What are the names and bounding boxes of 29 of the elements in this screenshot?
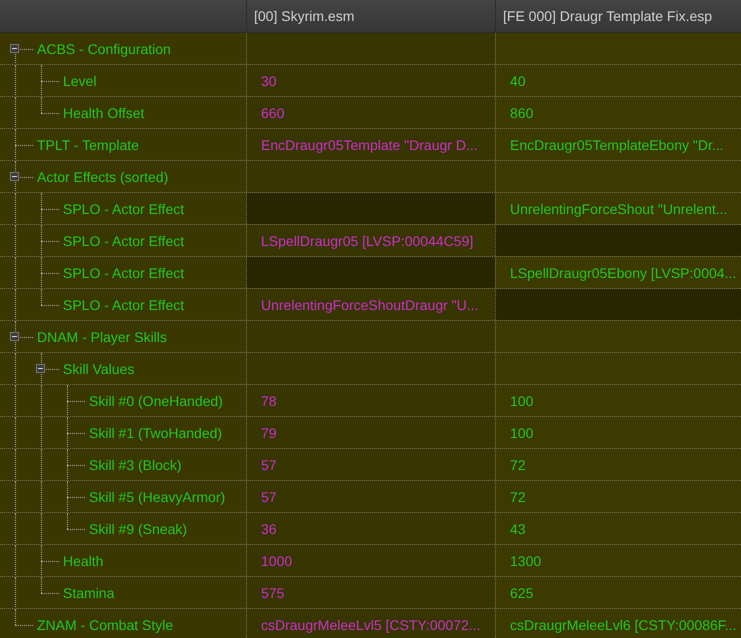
tree-node-label[interactable]: ZNAM - Combat Style bbox=[37, 616, 174, 632]
column-header[interactable]: [FE 000] Draugr Template Fix.esp bbox=[495, 0, 741, 32]
tree-node-label[interactable]: SPLO - Actor Effect bbox=[63, 264, 184, 280]
tree-node-label[interactable]: Stamina bbox=[63, 584, 114, 600]
tree-node-label[interactable]: SPLO - Actor Effect bbox=[63, 232, 184, 248]
collapse-toggle[interactable] bbox=[10, 44, 19, 53]
tree-node-label[interactable]: Skill #1 (TwoHanded) bbox=[89, 424, 222, 440]
collapse-toggle[interactable] bbox=[10, 172, 19, 181]
tree-node-label[interactable]: Skill #0 (OneHanded) bbox=[89, 392, 223, 408]
tree-node-label[interactable]: TPLT - Template bbox=[37, 136, 139, 152]
collapse-toggle[interactable] bbox=[36, 364, 45, 373]
tree-node-label[interactable]: Skill #5 (HeavyArmor) bbox=[89, 488, 226, 504]
tree-node-label[interactable]: SPLO - Actor Effect bbox=[63, 296, 184, 312]
minus-icon bbox=[37, 365, 44, 372]
tree-node-label[interactable]: ACBS - Configuration bbox=[37, 40, 171, 56]
tree-node-label[interactable]: Skill #3 (Block) bbox=[89, 456, 182, 472]
minus-icon bbox=[11, 45, 18, 52]
column-header[interactable]: [00] Skyrim.esm bbox=[246, 0, 495, 32]
tree-node-label[interactable]: Health Offset bbox=[63, 104, 144, 120]
tree-node-label[interactable]: SPLO - Actor Effect bbox=[63, 200, 184, 216]
tree-node-label[interactable]: Actor Effects (sorted) bbox=[37, 168, 168, 184]
collapse-toggle[interactable] bbox=[10, 332, 19, 341]
tree-node-label[interactable]: Skill Values bbox=[63, 360, 134, 376]
minus-icon bbox=[11, 173, 18, 180]
minus-icon bbox=[11, 333, 18, 340]
tree-node-label[interactable]: Health bbox=[63, 552, 104, 568]
tree-node-label[interactable]: DNAM - Player Skills bbox=[37, 328, 167, 344]
tree-node-label[interactable]: Level bbox=[63, 72, 96, 88]
tree-node-label[interactable]: Skill #9 (Sneak) bbox=[89, 520, 188, 536]
